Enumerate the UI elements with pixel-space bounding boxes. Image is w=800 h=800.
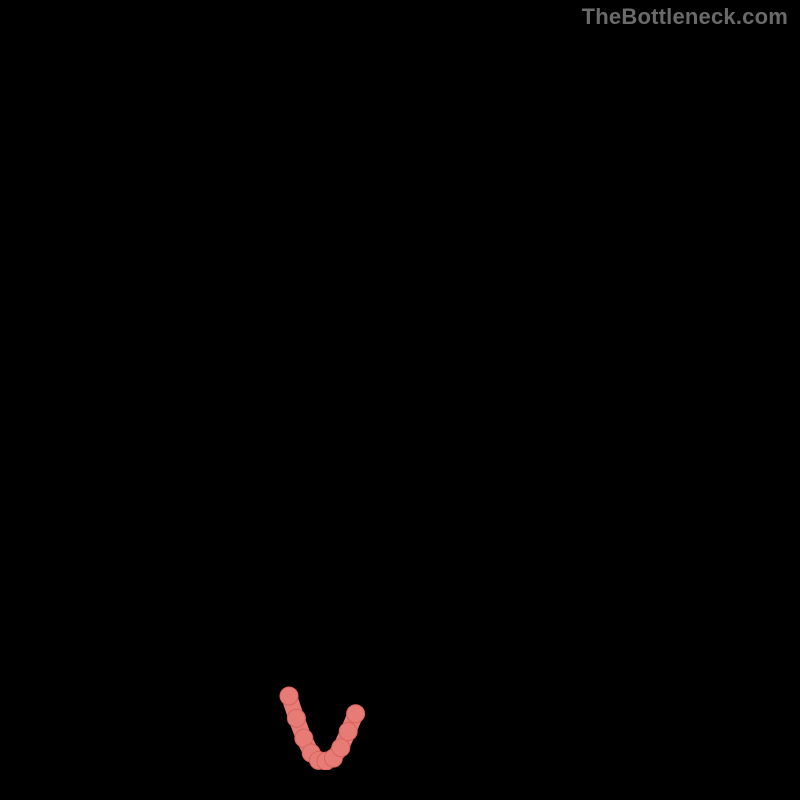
gradient-background [30, 30, 770, 770]
marker-dot [280, 687, 298, 705]
marker-dot [347, 705, 365, 723]
attribution-text: TheBottleneck.com [582, 4, 788, 30]
marker-dot [332, 739, 350, 757]
plot-area [30, 30, 770, 770]
marker-dot [339, 723, 357, 741]
chart-frame: TheBottleneck.com [0, 0, 800, 800]
marker-dot [287, 709, 305, 727]
plot-svg [30, 30, 770, 770]
